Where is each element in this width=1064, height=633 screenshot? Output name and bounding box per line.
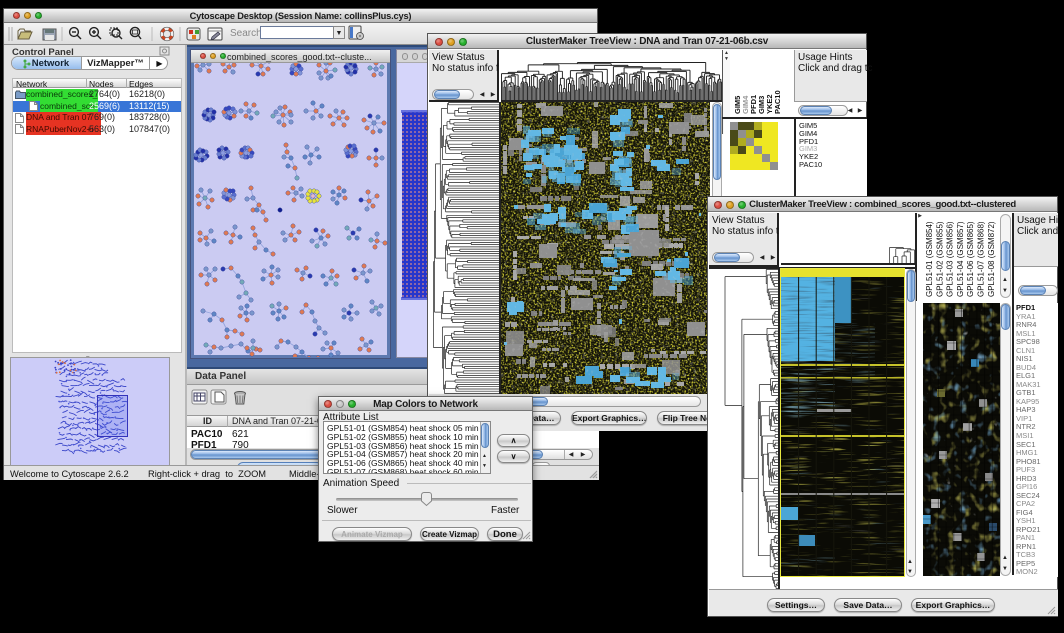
- svg-text:GPL51-08 (GSM872): GPL51-08 (GSM872): [987, 221, 996, 297]
- svg-text:GPL51-03 (GSM856): GPL51-03 (GSM856): [946, 221, 955, 297]
- svg-text:GPL51-02 (GSM855): GPL51-02 (GSM855): [935, 221, 944, 297]
- svg-text:PAC10: PAC10: [773, 90, 782, 114]
- svg-text:GPL51-04 (GSM857): GPL51-04 (GSM857): [956, 221, 965, 297]
- svg-text:GPL51-06 (GSM865): GPL51-06 (GSM865): [966, 221, 975, 297]
- svg-text:GPL51-01 (GSM854): GPL51-01 (GSM854): [925, 221, 934, 297]
- svg-text:GPL51-07 (GSM868): GPL51-07 (GSM868): [977, 221, 986, 297]
